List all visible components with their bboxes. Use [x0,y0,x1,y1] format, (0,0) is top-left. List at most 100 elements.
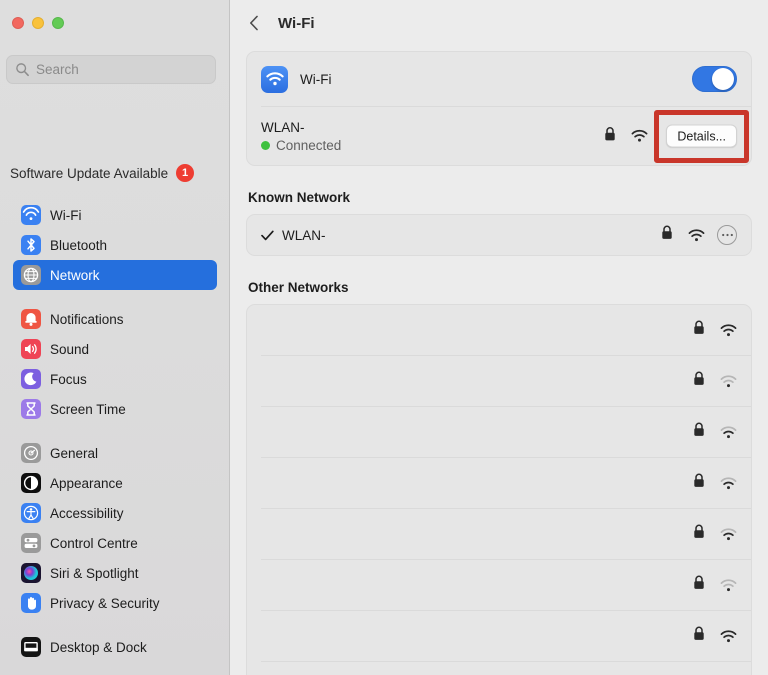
lock-icon [693,320,705,340]
sidebar-item-sound[interactable]: Sound [13,334,217,364]
bell-icon [21,309,41,329]
signal-icon [720,629,737,643]
window-controls [12,17,64,29]
sidebar-item-desktop-dock[interactable]: Desktop & Dock [13,632,217,662]
sidebar-item-privacy-security[interactable]: Privacy & Security [13,588,217,618]
search-field[interactable] [6,55,216,84]
toggle-knob [712,68,734,90]
siri-icon [21,563,41,583]
signal-icon [720,425,737,439]
lock-icon [693,575,705,595]
lock-icon [693,524,705,544]
other-row-actions [693,473,737,493]
wifi-toggle-switch[interactable] [692,66,737,92]
signal-icon [631,129,648,143]
sidebar-item-general[interactable]: General [13,438,217,468]
sidebar-item-focus[interactable]: Focus [13,364,217,394]
sidebar-item-control-centre[interactable]: Control Centre [13,528,217,558]
software-update-row[interactable]: Software Update Available 1 [10,164,220,182]
search-input[interactable] [36,62,196,77]
signal-icon [720,374,737,388]
minimize-button[interactable] [32,17,44,29]
connected-status-label: Connected [276,137,342,153]
sidebar-item-network[interactable]: Network [13,260,217,290]
lock-icon [604,126,616,146]
other-network-row[interactable] [247,662,751,675]
connected-row-actions: Details... [604,124,737,148]
sidebar-item-wi-fi[interactable]: Wi-Fi [13,200,217,230]
sidebar-item-label: Control Centre [50,535,138,551]
search-icon [16,63,29,77]
sidebar-item-label: Notifications [50,311,124,327]
zoom-button[interactable] [52,17,64,29]
wifi-card: Wi-Fi WLAN- Connected Details... [246,51,752,166]
signal-icon [720,476,737,490]
other-row-actions [693,320,737,340]
chevron-left-icon [249,15,258,31]
sidebar-item-screen-time[interactable]: Screen Time [13,394,217,424]
connected-network-name: WLAN- [261,119,305,135]
close-button[interactable] [12,17,24,29]
sidebar-item-label: Desktop & Dock [50,639,147,655]
software-update-label: Software Update Available [10,165,169,181]
sidebar-item-label: Screen Time [50,401,126,417]
sidebar-item-appearance[interactable]: Appearance [13,468,217,498]
connected-status: Connected [261,138,341,153]
other-network-row[interactable] [247,560,751,610]
other-network-row[interactable] [247,305,751,355]
other-network-row[interactable] [247,407,751,457]
known-network-name: WLAN- [282,227,326,243]
back-button[interactable] [246,14,262,32]
desktop-icon [21,637,41,657]
content-panel: Wi-Fi Wi-Fi WLAN- Connected Details... K… [230,0,768,675]
other-network-row[interactable] [247,356,751,406]
sidebar: Software Update Available 1 Wi-Fi Bluetoo… [0,0,230,675]
other-network-row[interactable] [247,611,751,661]
other-row-actions [693,422,737,442]
sidebar-item-siri-spotlight[interactable]: Siri & Spotlight [13,558,217,588]
globe-icon [21,265,41,285]
sidebar-item-accessibility[interactable]: Accessibility [13,498,217,528]
lock-icon [661,225,673,245]
other-row-actions [693,524,737,544]
other-row-actions [693,575,737,595]
sidebar-item-notifications[interactable]: Notifications [13,304,217,334]
lock-icon [693,422,705,442]
connected-network-row[interactable]: WLAN- Connected Details... [247,107,751,165]
sliders-icon [21,533,41,553]
system-settings-window: Software Update Available 1 Wi-Fi Bluetoo… [0,0,768,675]
sidebar-item-label: General [50,445,99,461]
bluetooth-icon [21,235,41,255]
other-network-row[interactable] [247,509,751,559]
other-network-row[interactable] [247,458,751,508]
known-row-actions [661,225,737,245]
sidebar-group-0: Wi-Fi Bluetooth Network [0,200,229,290]
sidebar-group-1: Notifications Sound Focus Screen Time [0,304,229,424]
software-update-badge: 1 [176,164,195,182]
lock-icon [693,473,705,493]
sidebar-item-label: Focus [50,371,87,387]
details-button[interactable]: Details... [666,124,737,148]
sidebar-item-label: Accessibility [50,505,124,521]
lock-icon [693,371,705,391]
contrast-icon [21,473,41,493]
checkmark-icon [261,230,275,241]
sidebar-item-label: Appearance [50,475,123,491]
wifi-app-icon [261,65,288,93]
hourglass-icon [21,399,41,419]
sidebar-group-3: Desktop & Dock [0,632,229,662]
sidebar-item-bluetooth[interactable]: Bluetooth [13,230,217,260]
accessibility-icon [21,503,41,523]
speaker-icon [21,339,41,359]
wifi-row-label: Wi-Fi [300,71,332,87]
gear-icon [21,443,41,463]
other-row-actions [693,371,737,391]
other-networks-card [246,304,752,675]
content-toolbar: Wi-Fi [230,0,768,46]
signal-icon [720,323,737,337]
status-dot [261,140,270,150]
sidebar-item-label: Wi-Fi [50,207,82,223]
more-options-icon[interactable] [717,225,737,245]
moon-icon [21,369,41,389]
known-network-row[interactable]: WLAN- [247,215,751,255]
